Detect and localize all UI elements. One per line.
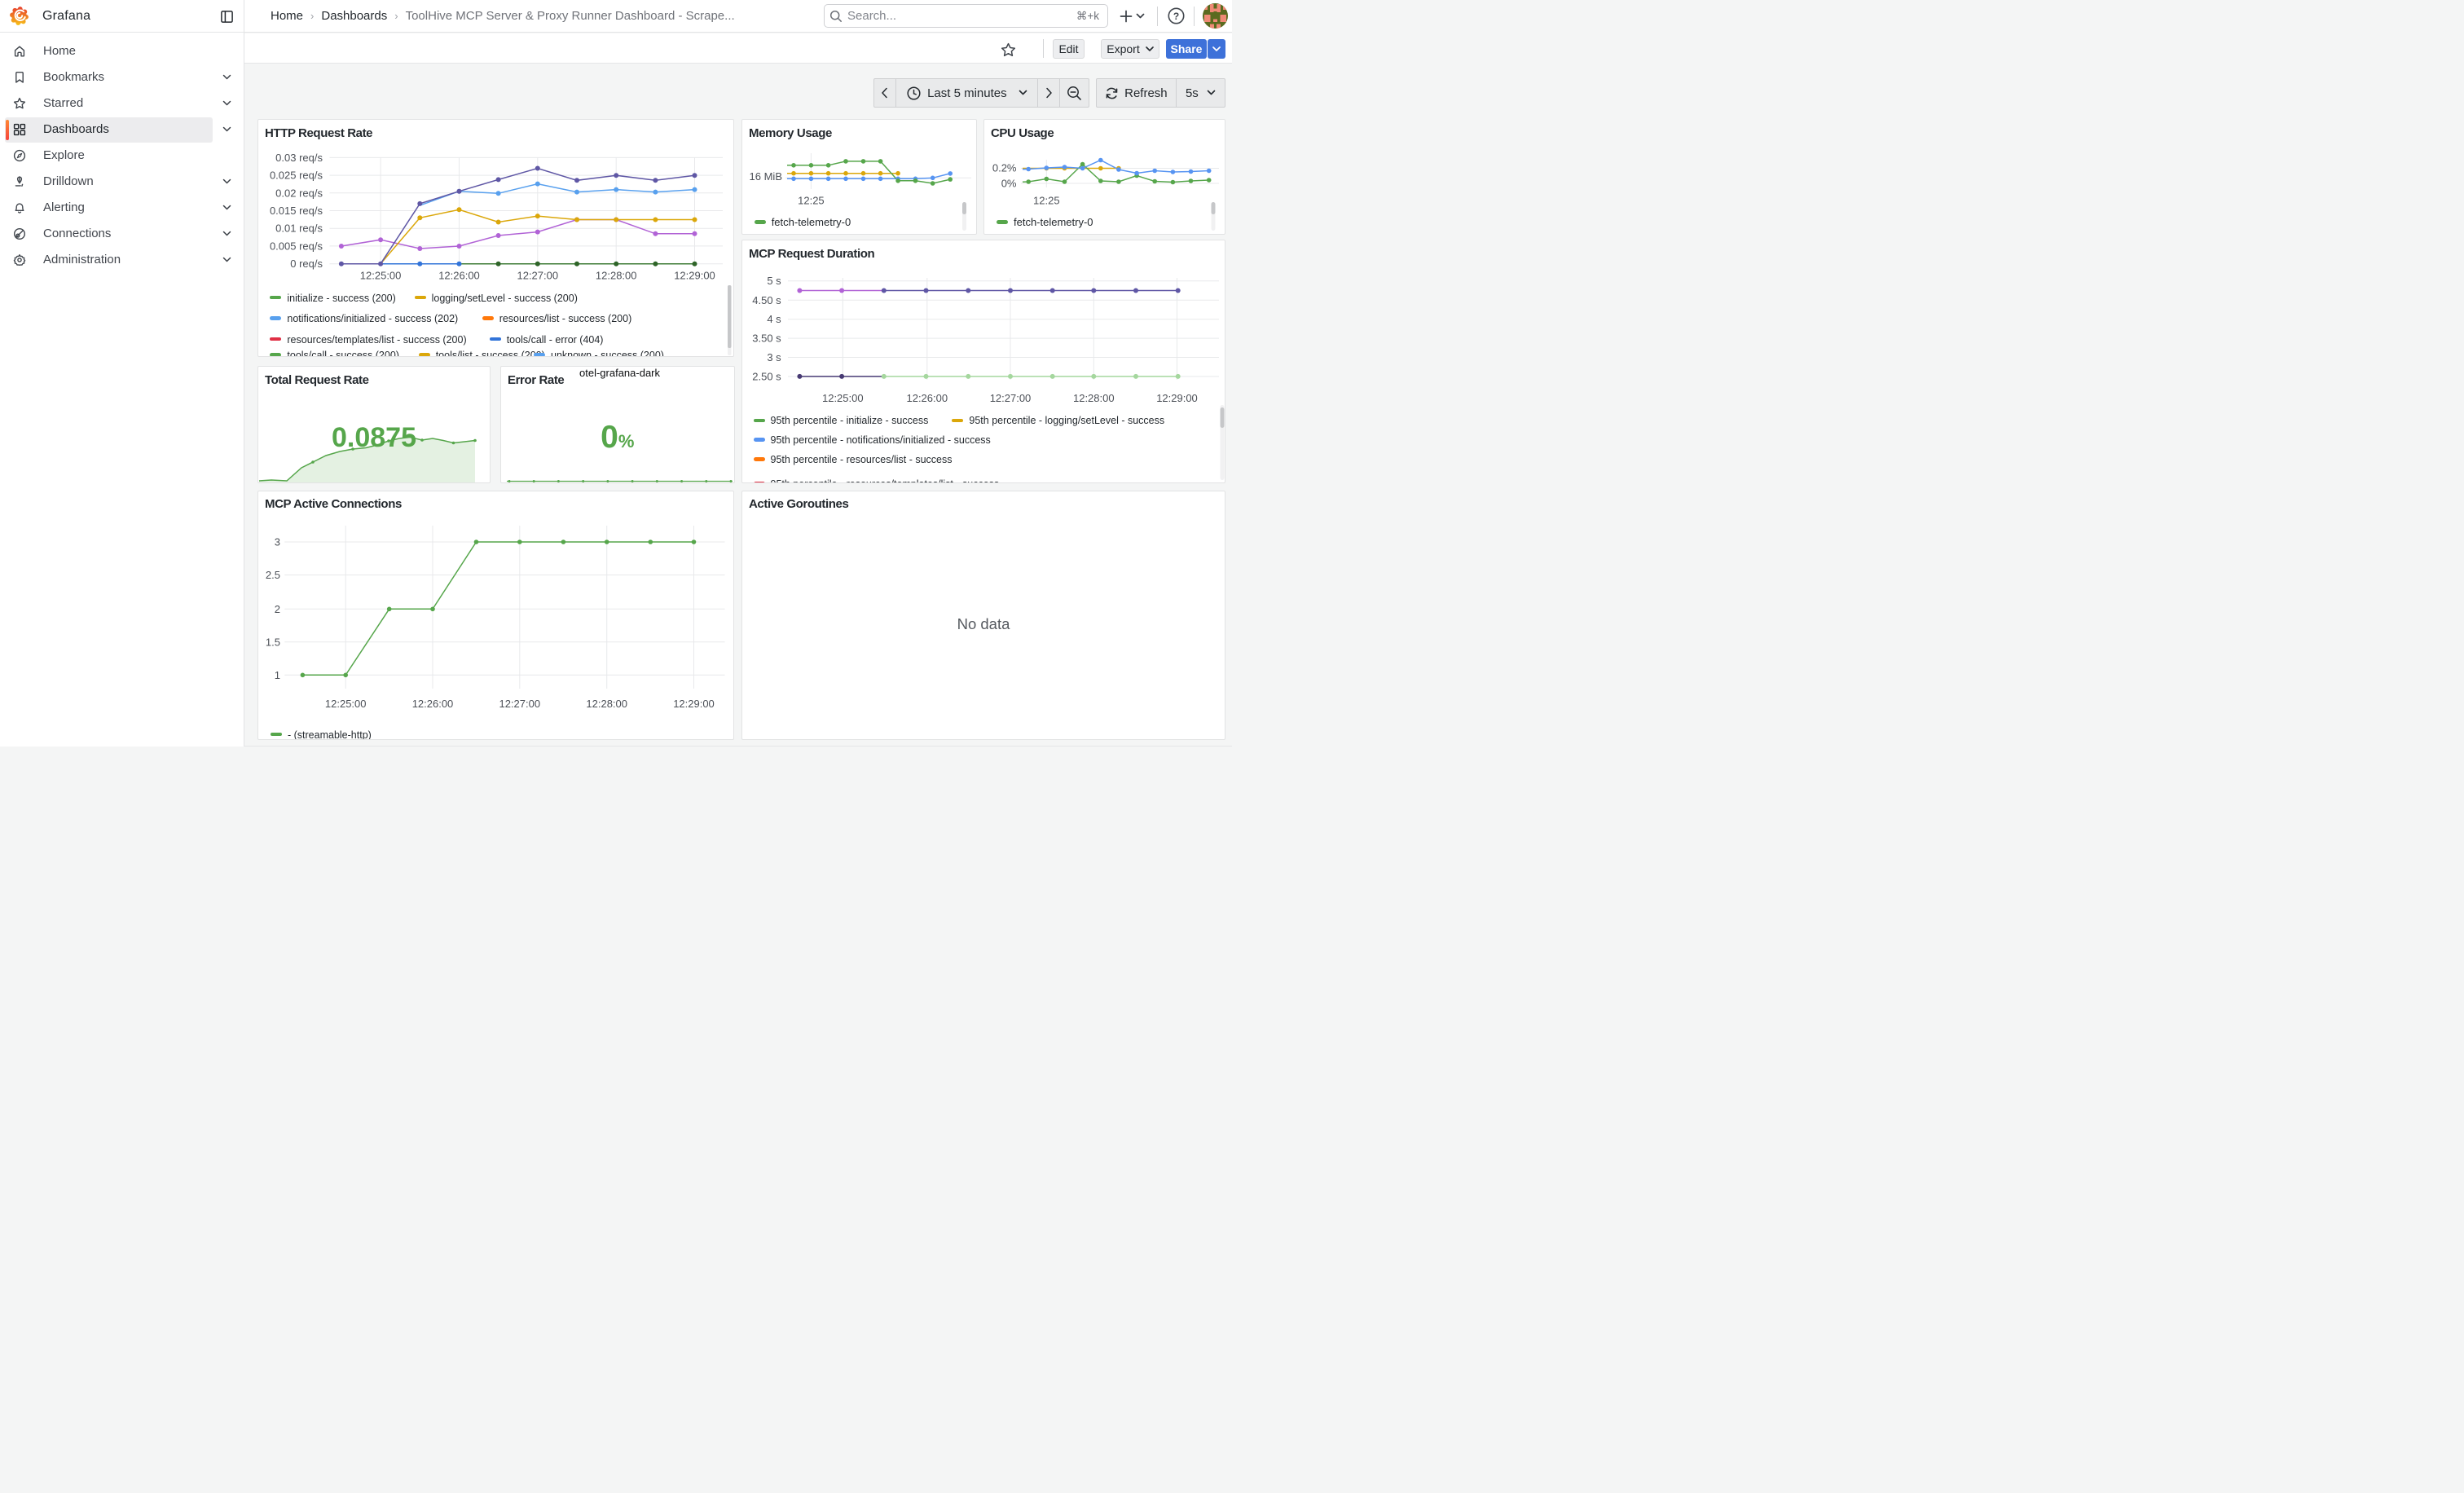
svg-text:?: ? bbox=[1173, 11, 1179, 22]
